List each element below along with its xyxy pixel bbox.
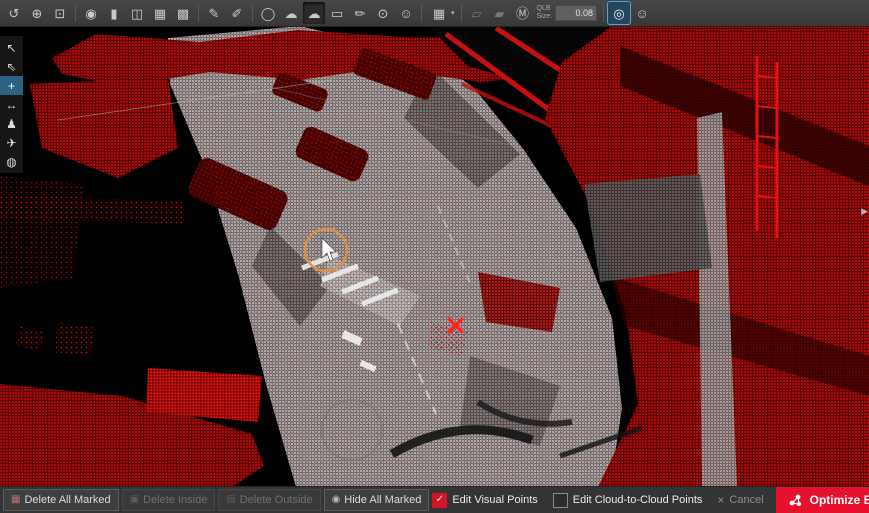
edit-cloud-to-cloud-checkbox[interactable]: Edit Cloud-to-Cloud Points	[553, 493, 703, 508]
select-cursor-icon[interactable]: ↖	[0, 38, 23, 57]
view-split-icon[interactable]: ◫	[126, 2, 148, 24]
delete-outside-button[interactable]: ▤ Delete Outside	[218, 489, 320, 511]
toolbar-separator	[75, 4, 76, 22]
point-cloud-app-window: ↺⊕⊡◉▮◫▦▩✎✐◯☁☁▭✏⊙☺▦▾▱▰ⓂQLBSize:0.08◎☺	[0, 0, 869, 513]
add-scan-position-icon[interactable]: ☺	[395, 2, 417, 24]
zoom-window-icon[interactable]: ⊡	[49, 2, 71, 24]
toolbar-separator	[252, 4, 253, 22]
view-grid-icon[interactable]: ▩	[172, 2, 194, 24]
checkbox-label: Edit Visual Points	[452, 494, 537, 506]
panel-expand-icon[interactable]: ▶	[861, 206, 868, 217]
view-quad-icon[interactable]: ▦	[149, 2, 171, 24]
reset-view-icon[interactable]: ↺	[3, 2, 25, 24]
cloud-download-icon[interactable]: ☁	[303, 2, 325, 24]
scan-user-icon[interactable]: ☺	[631, 2, 653, 24]
checkbox-label: Edit Cloud-to-Cloud Points	[573, 494, 703, 506]
delete-inside-button[interactable]: ▣ Delete Inside	[122, 489, 216, 511]
marker-pen-icon[interactable]: ✎	[203, 2, 225, 24]
pan-crosshair-icon[interactable]: +	[0, 76, 23, 95]
measure-menu-icon[interactable]: ▦	[428, 2, 450, 24]
box-clip-icon[interactable]: ▰	[489, 2, 511, 24]
toolbar-separator	[198, 4, 199, 22]
location-pin-icon[interactable]: ⊙	[372, 2, 394, 24]
cloud-view-icon[interactable]: ☁	[280, 2, 302, 24]
select-rectangle-icon[interactable]: ▭	[326, 2, 348, 24]
gray-overlap-patch	[584, 174, 712, 282]
select-cursor-add-icon[interactable]: ⇖	[0, 57, 23, 76]
point-cloud-scene	[0, 26, 869, 487]
fly-mode-icon[interactable]: ✈	[0, 133, 23, 152]
hide-marked-icon: ◉	[332, 495, 341, 505]
toolbar-separator	[421, 4, 422, 22]
checkbox-unchecked-icon[interactable]	[553, 493, 568, 508]
button-label: Delete All Marked	[24, 494, 110, 506]
optimize-bundle-button[interactable]: Optimize Bundle	[776, 487, 869, 513]
delete-marked-icon: ▦	[11, 495, 20, 505]
toolbar-separator	[603, 4, 604, 22]
point-cloud-viewport[interactable]: ↖⇖+↔♟✈◍	[0, 26, 869, 487]
red-speckle-patch	[54, 322, 96, 356]
delete-inside-icon: ▣	[130, 495, 139, 505]
scan-position-icon[interactable]: ♟	[0, 114, 23, 133]
button-label: Delete Outside	[240, 494, 313, 506]
cancel-button[interactable]: × Cancel	[717, 494, 763, 506]
red-speckle-patch	[0, 176, 84, 288]
bottom-bar: ▦ Delete All Marked ▣ Delete Inside ▤ De…	[0, 486, 869, 513]
checkbox-checked-icon[interactable]: ✓	[432, 493, 447, 508]
screenshot-camera-icon[interactable]: ◉	[80, 2, 102, 24]
close-icon: ×	[717, 494, 724, 506]
hide-all-marked-button[interactable]: ◉ Hide All Marked	[324, 489, 430, 511]
bundle-cluster-icon	[788, 493, 803, 508]
delete-outside-icon: ▤	[226, 495, 235, 505]
delete-all-marked-button[interactable]: ▦ Delete All Marked	[3, 489, 119, 511]
view-single-icon[interactable]: ▮	[103, 2, 125, 24]
select-circle-icon[interactable]: ◯	[257, 2, 279, 24]
measure-menu-button[interactable]: ▦▾	[426, 2, 457, 24]
measure-distance-icon[interactable]: ↔	[0, 95, 23, 114]
qlb-size-input[interactable]: 0.08	[555, 5, 597, 21]
view-3d-icon[interactable]: ◍	[0, 152, 23, 171]
left-toolbar: ↖⇖+↔♟✈◍	[0, 36, 23, 173]
button-label: Delete Inside	[143, 494, 207, 506]
edit-visual-points-checkbox[interactable]: ✓ Edit Visual Points	[432, 493, 537, 508]
paint-select-icon[interactable]: ✏	[349, 2, 371, 24]
zoom-extents-icon[interactable]: ⊕	[26, 2, 48, 24]
top-toolbar: ↺⊕⊡◉▮◫▦▩✎✐◯☁☁▭✏⊙☺▦▾▱▰ⓂQLBSize:0.08◎☺	[0, 0, 869, 27]
qlb-size-control: QLBSize:0.08	[537, 5, 598, 21]
button-label: Hide All Marked	[344, 494, 421, 506]
optimize-label: Optimize Bundle	[810, 493, 869, 507]
toolbar-separator	[461, 4, 462, 22]
marker-line-icon[interactable]: ✐	[226, 2, 248, 24]
cancel-label: Cancel	[729, 494, 763, 506]
dropdown-caret-icon: ▾	[451, 9, 455, 17]
qlb-size-label: QLBSize:	[537, 5, 553, 21]
bounding-box-icon[interactable]: ▱	[466, 2, 488, 24]
point-pick-icon[interactable]: ◎	[608, 2, 630, 24]
qlb-mode-icon[interactable]: Ⓜ	[512, 2, 534, 24]
